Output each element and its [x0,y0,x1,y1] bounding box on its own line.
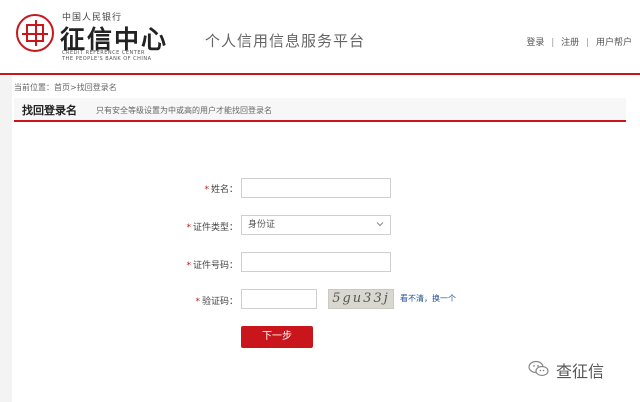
id-type-label-text: 证件类型： [192,223,238,233]
id-type-label: * 证件类型： [126,220,238,233]
required-asterisk: * [186,261,191,271]
breadcrumb-prefix: 当前位置： [14,83,54,92]
register-link[interactable]: 注册 [561,35,579,48]
id-type-selected-value: 身份证 [248,220,276,230]
site-header: 中国人民银行 征信中心 CREDIT REFERENCE CENTER THE … [0,0,640,75]
breadcrumb-arrow: > [70,83,77,92]
top-links: 登录 | 注册 | 用户帮户 [526,35,632,48]
name-label: * 姓名： [126,182,238,195]
breadcrumb: 当前位置：首页 > 找回登录名 [14,82,117,93]
wechat-icon [528,360,549,377]
captcha-refresh-link[interactable]: 看不清，换一个 [400,293,456,304]
required-asterisk: * [186,223,191,233]
next-step-button[interactable]: 下一步 [241,326,313,348]
page-title: 找回登录名 [22,104,77,117]
id-number-label: * 证件号码： [126,258,238,271]
captcha-label: * 验证码： [126,294,238,307]
user-account-link[interactable]: 用户帮户 [596,35,632,48]
captcha-input[interactable] [241,289,317,309]
credit-center-logo-icon [16,14,54,52]
id-number-label-text: 证件号码： [192,261,238,271]
chevron-down-icon [376,222,384,227]
id-number-input[interactable] [241,252,391,272]
captcha-image[interactable]: 5gu33j [328,289,394,309]
link-separator: | [586,38,590,48]
required-asterisk: * [195,297,200,307]
id-type-select[interactable]: 身份证 [241,215,391,235]
section-note: 只有安全等级设置为中或高的用户才能找回登录名 [96,106,272,115]
link-separator: | [551,38,555,48]
required-asterisk: * [204,185,209,195]
left-margin [0,76,12,402]
name-input[interactable] [241,178,391,198]
breadcrumb-home-link[interactable]: 首页 [54,82,70,93]
platform-title: 个人信用信息服务平台 [205,32,366,50]
breadcrumb-current: 找回登录名 [76,83,117,92]
section-header: 找回登录名 只有安全等级设置为中或高的用户才能找回登录名 [14,98,626,122]
login-link[interactable]: 登录 [526,35,544,48]
name-label-text: 姓名： [210,185,238,195]
captcha-label-text: 验证码： [201,297,238,307]
watermark-text: 查征信 [556,362,605,381]
logo-english-line-2: THE PEOPLE'S BANK OF CHINA [62,56,152,62]
